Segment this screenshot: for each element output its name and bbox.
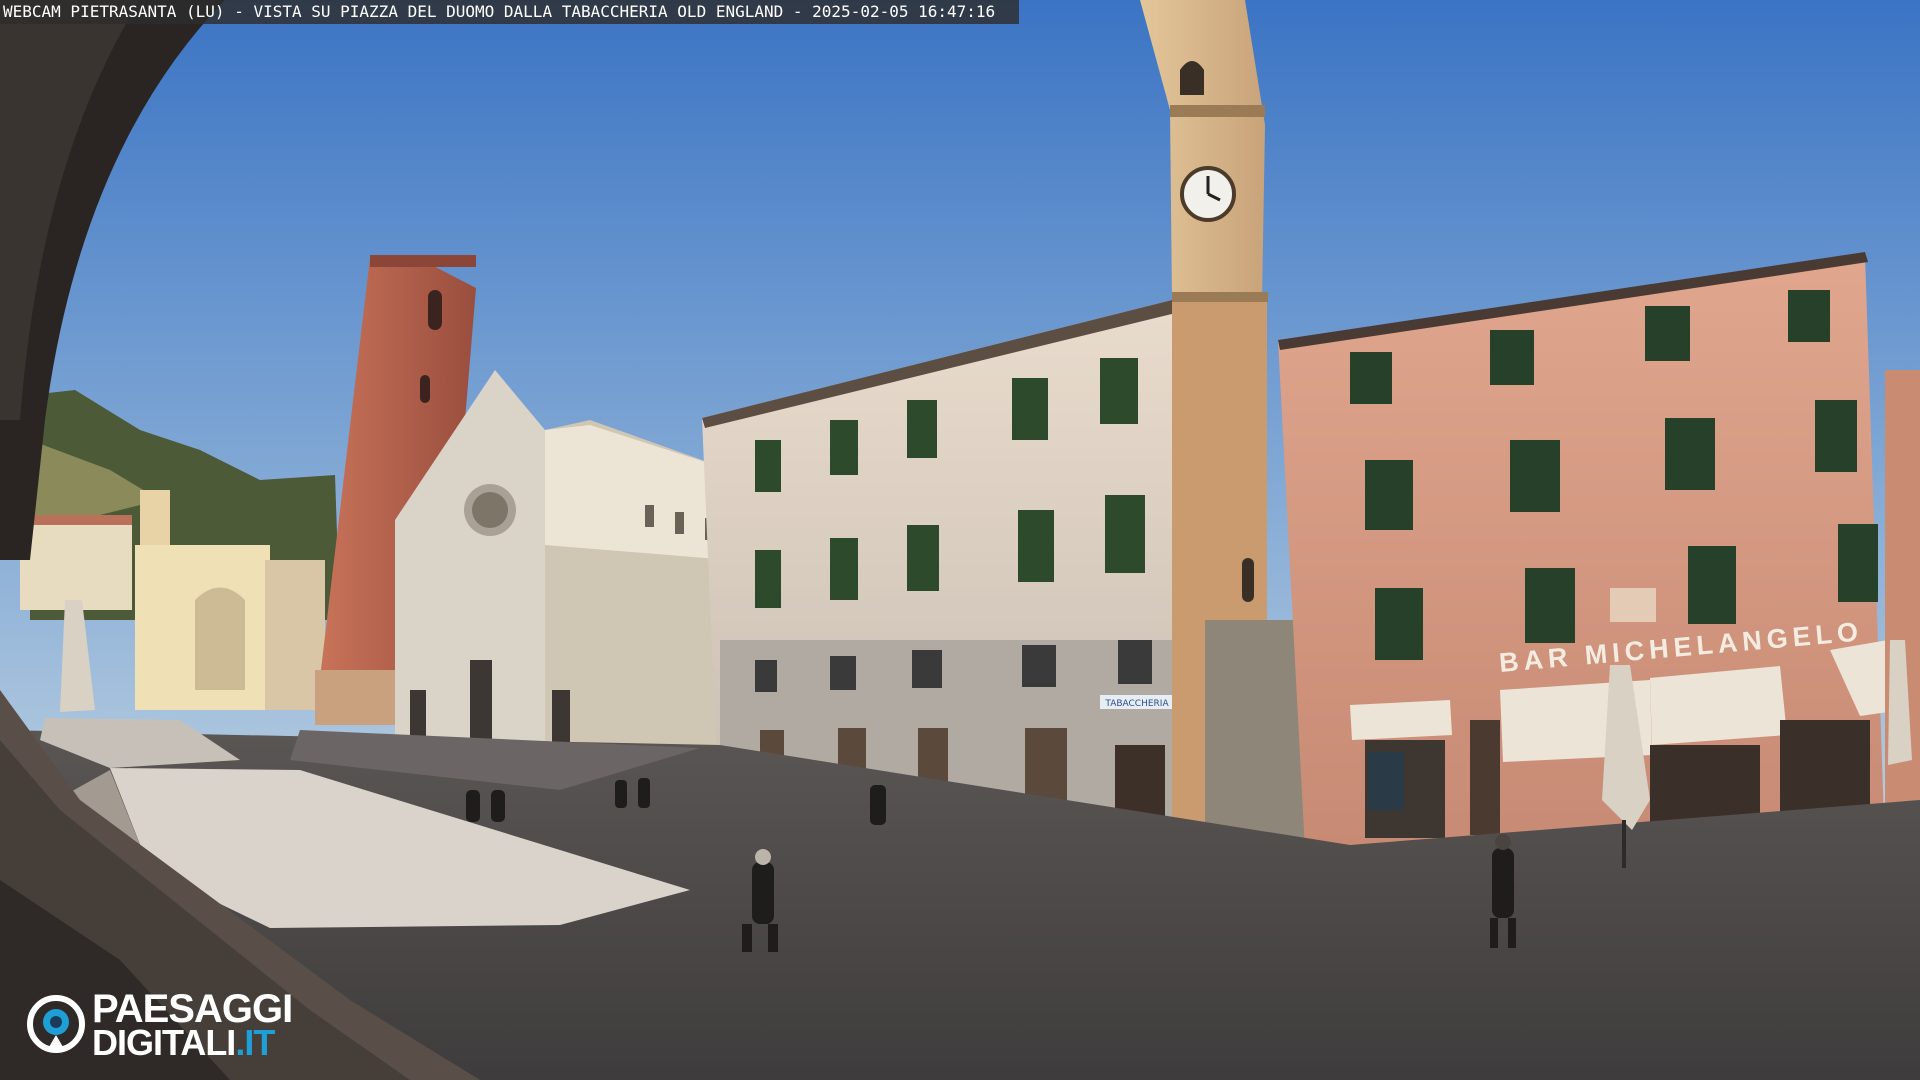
webcam-scene: TABACCHERIA BAR MICHELANGELO <box>0 0 1920 1080</box>
logo-line1: PAESAGGI <box>92 987 293 1031</box>
pink-building: BAR MICHELANGELO <box>1278 252 1888 850</box>
logo-tld: .IT <box>235 1022 275 1063</box>
tabaccheria-sign: TABACCHERIA <box>1104 699 1169 709</box>
camera-lens-icon <box>27 995 85 1053</box>
webcam-caption: WEBCAM PIETRASANTA (LU) - VISTA SU PIAZZ… <box>0 0 1020 24</box>
logo-line2-main: DIGITALI <box>92 1022 236 1063</box>
